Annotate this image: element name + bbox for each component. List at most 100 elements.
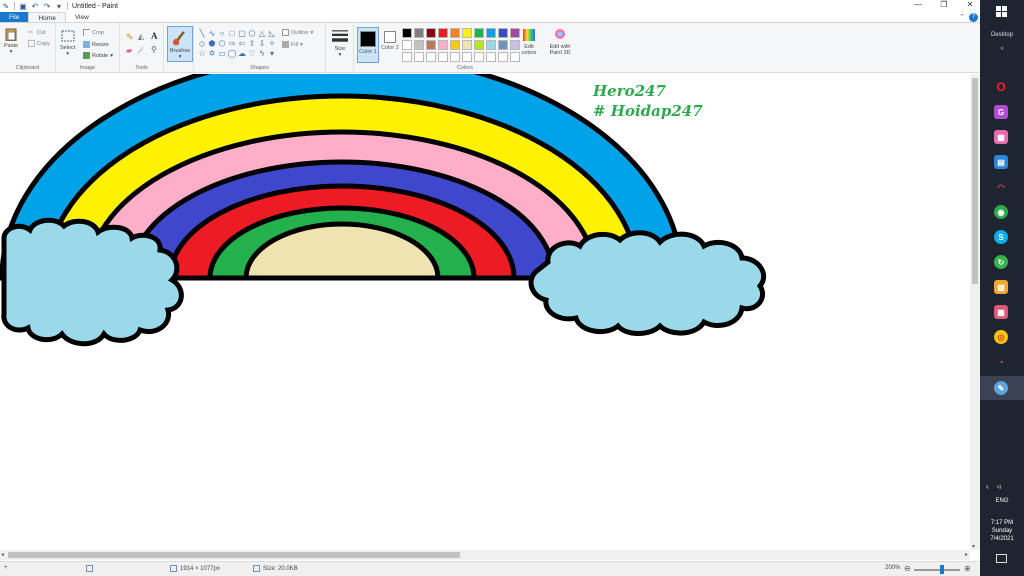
- redo-icon[interactable]: ↷: [43, 2, 51, 11]
- palette-swatch[interactable]: [486, 40, 496, 50]
- vertical-scroll-thumb[interactable]: [972, 78, 978, 284]
- palette-swatch[interactable]: [498, 40, 508, 50]
- palette-swatch[interactable]: [486, 52, 496, 62]
- text-tool-icon[interactable]: A: [151, 31, 158, 41]
- rectangle-shape-icon[interactable]: □: [227, 29, 237, 39]
- app-grid-icon[interactable]: ▦: [994, 305, 1008, 319]
- opera-icon[interactable]: O: [994, 80, 1008, 94]
- app-g-icon[interactable]: G: [994, 105, 1008, 119]
- pentagon-shape-icon[interactable]: ⬟: [207, 39, 217, 49]
- four-point-star-shape-icon[interactable]: ✧: [267, 39, 277, 49]
- volume-icon[interactable]: ◃: [997, 482, 1001, 491]
- palette-swatch[interactable]: [498, 28, 508, 38]
- palette-swatch[interactable]: [462, 40, 472, 50]
- color1-button[interactable]: Color 1: [357, 27, 379, 63]
- palette-swatch[interactable]: [414, 28, 424, 38]
- polygon-shape-icon[interactable]: ⬠: [247, 29, 257, 39]
- palette-swatch[interactable]: [402, 52, 412, 62]
- app-pink-icon[interactable]: ▦: [994, 130, 1008, 144]
- edit-with-paint3d-button[interactable]: Edit with Paint 3D: [544, 28, 576, 56]
- up-arrow-shape-icon[interactable]: ⇧: [247, 39, 257, 49]
- right-triangle-shape-icon[interactable]: ◺: [267, 29, 277, 39]
- wifi-icon[interactable]: ◠: [994, 180, 1008, 194]
- edit-colors-button[interactable]: Edit colors: [518, 28, 540, 56]
- six-point-star-shape-icon[interactable]: ✡: [207, 49, 217, 59]
- palette-swatch[interactable]: [438, 28, 448, 38]
- tab-file[interactable]: File: [0, 12, 29, 22]
- notification-icon[interactable]: [996, 554, 1007, 563]
- fill-button[interactable]: Fill ▾: [282, 41, 303, 48]
- horizontal-scroll-thumb[interactable]: [8, 552, 460, 558]
- zoom-slider-knob[interactable]: [940, 565, 944, 574]
- oval-shape-icon[interactable]: ○: [217, 29, 227, 39]
- hexagon-shape-icon[interactable]: ⬡: [217, 39, 227, 49]
- tray-expand-icon[interactable]: ‹: [986, 482, 989, 491]
- palette-swatch[interactable]: [498, 52, 508, 62]
- maximize-button[interactable]: ❐: [938, 0, 950, 9]
- brushes-button[interactable]: Brushes ▾: [167, 26, 194, 62]
- callout-oval-shape-icon[interactable]: ◯: [227, 49, 237, 59]
- curve-shape-icon[interactable]: ∿: [207, 29, 217, 39]
- refresh-app-icon[interactable]: ↻: [994, 255, 1008, 269]
- chevron-down-icon[interactable]: »: [980, 46, 1024, 52]
- outline-button[interactable]: Outline ▾: [282, 29, 313, 36]
- palette-swatch[interactable]: [450, 40, 460, 50]
- scroll-left-icon[interactable]: ◂: [1, 550, 4, 560]
- palette-swatch[interactable]: [426, 52, 436, 62]
- palette-swatch[interactable]: [450, 28, 460, 38]
- heart-shape-icon[interactable]: ♡: [247, 49, 257, 59]
- palette-swatch[interactable]: [450, 52, 460, 62]
- drawing-canvas[interactable]: Hero247 # Hoidap247: [0, 74, 970, 550]
- zoom-slider-track[interactable]: [914, 569, 960, 571]
- zoom-in-icon[interactable]: ⊕: [964, 564, 971, 573]
- five-point-star-shape-icon[interactable]: ☆: [197, 49, 207, 59]
- callout-rect-shape-icon[interactable]: ▭: [217, 49, 227, 59]
- copy-button[interactable]: Copy: [28, 40, 50, 47]
- palette-swatch[interactable]: [402, 40, 412, 50]
- palette-swatch[interactable]: [426, 28, 436, 38]
- tab-home[interactable]: Home: [28, 12, 66, 22]
- paint-taskbar-icon[interactable]: ✎: [994, 381, 1008, 395]
- palette-swatch[interactable]: [486, 28, 496, 38]
- save-icon[interactable]: ▣: [19, 2, 27, 11]
- magnifier-icon[interactable]: ⚲: [151, 45, 157, 54]
- color-picker-icon[interactable]: ⟋: [138, 46, 144, 56]
- palette-swatch[interactable]: [438, 40, 448, 50]
- palette-swatch[interactable]: [474, 28, 484, 38]
- palette-swatch[interactable]: [474, 52, 484, 62]
- collapse-ribbon-icon[interactable]: ⌃: [959, 12, 965, 23]
- chrome-icon[interactable]: ◎: [994, 330, 1008, 344]
- palette-swatch[interactable]: [462, 52, 472, 62]
- palette-swatch[interactable]: [438, 52, 448, 62]
- desktop-toolbar-label[interactable]: Desktop: [980, 32, 1024, 38]
- down-arrow-shape-icon[interactable]: ⇩: [257, 39, 267, 49]
- fill-bucket-icon[interactable]: ◭: [138, 32, 144, 41]
- rounded-rectangle-shape-icon[interactable]: ▢: [237, 29, 247, 39]
- cloud-callout-shape-icon[interactable]: ☁: [237, 49, 247, 59]
- palette-swatch[interactable]: [462, 28, 472, 38]
- calendar-app-icon[interactable]: ▤: [994, 155, 1008, 169]
- triangle-shape-icon[interactable]: △: [257, 29, 267, 39]
- skype-icon[interactable]: S: [994, 230, 1008, 244]
- cut-button[interactable]: ✂ Cut: [28, 29, 46, 37]
- zoom-out-icon[interactable]: ⊖: [904, 564, 911, 573]
- palette-swatch[interactable]: [414, 40, 424, 50]
- undo-icon[interactable]: ↶: [31, 2, 39, 11]
- rotate-button[interactable]: Rotate ▾: [83, 52, 113, 59]
- pencil-icon[interactable]: ✎: [126, 32, 134, 43]
- app-green-icon[interactable]: ◉: [994, 205, 1008, 219]
- lightning-shape-icon[interactable]: ϟ: [257, 49, 267, 59]
- minimize-button[interactable]: —: [912, 0, 924, 9]
- customize-toolbar-icon[interactable]: ▾: [55, 2, 63, 11]
- clock[interactable]: 7:17 PM Sunday 7/4/2021: [980, 519, 1024, 543]
- app-gallery-icon[interactable]: ▧: [994, 280, 1008, 294]
- size-button[interactable]: Size ▾: [332, 28, 348, 58]
- palette-swatch[interactable]: [414, 52, 424, 62]
- crop-button[interactable]: Crop: [83, 29, 104, 36]
- right-arrow-shape-icon[interactable]: ⇨: [227, 39, 237, 49]
- shapes-scroll-icon[interactable]: ▾: [267, 49, 277, 59]
- paste-button[interactable]: Paste ▾: [4, 27, 18, 55]
- left-arrow-shape-icon[interactable]: ⇦: [237, 39, 247, 49]
- line-shape-icon[interactable]: ╲: [197, 29, 207, 39]
- diamond-shape-icon[interactable]: ◇: [197, 39, 207, 49]
